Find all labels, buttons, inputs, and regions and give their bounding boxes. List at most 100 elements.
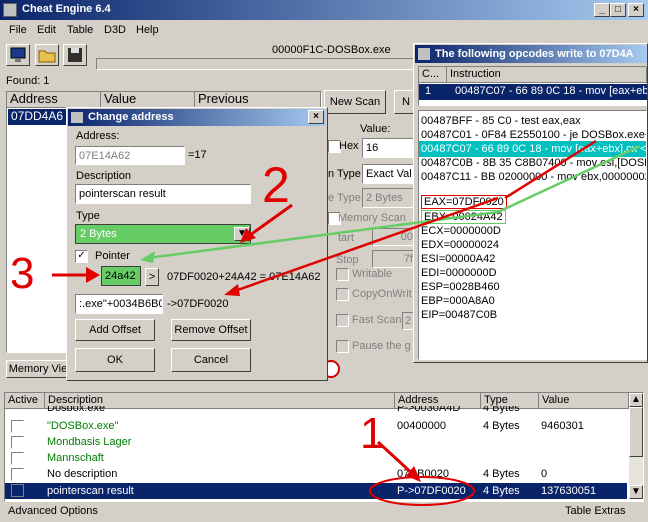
results-header-previous[interactable]: Previous — [195, 92, 321, 108]
opcodes-title: The following opcodes write to 07D4A — [435, 48, 634, 60]
fast-scan-checkbox[interactable] — [336, 314, 349, 327]
folder-icon — [38, 50, 56, 63]
save-button[interactable] — [63, 44, 87, 66]
scan-type-label: n Type — [328, 168, 361, 180]
results-row[interactable]: 07DD4A6 — [8, 109, 68, 125]
minimize-button[interactable]: _ — [594, 3, 610, 17]
description-input[interactable]: pointerscan result — [75, 184, 251, 204]
progress-bar — [96, 58, 416, 70]
table-row-description: Mannschaft — [47, 452, 104, 464]
open-process-button[interactable] — [6, 44, 30, 66]
stop-input[interactable]: 7f — [372, 250, 416, 268]
type-select-value: 2 Bytes — [80, 228, 117, 240]
table-row-address: P->07DF0020 — [397, 485, 466, 497]
table-row-description: Dosbox.exe — [47, 406, 106, 414]
table-row[interactable]: Mondbasis Lager — [5, 434, 627, 450]
annotation-3: 3 — [10, 249, 35, 298]
add-offset-button[interactable]: Add Offset — [75, 319, 155, 341]
opcodes-window: The following opcodes write to 07D4A C..… — [413, 43, 648, 363]
table-row-type: 4 Bytes — [483, 485, 520, 497]
scroll-thumb[interactable] — [629, 407, 643, 457]
table-row-address: P->0030A4D — [397, 406, 461, 414]
pause-checkbox[interactable] — [336, 340, 349, 353]
active-checkbox[interactable] — [11, 468, 24, 481]
start-input[interactable]: 00 — [372, 228, 416, 246]
value-type-select[interactable]: 2 Bytes — [362, 188, 416, 208]
results-header-address[interactable]: Address — [7, 92, 101, 108]
register-ebx: EBX=00024A42 — [421, 210, 506, 224]
menu-table[interactable]: Table — [67, 24, 93, 36]
opcodes-header-count[interactable]: C... — [419, 67, 447, 83]
active-checkbox[interactable] — [11, 484, 24, 497]
opcodes-header-instruction[interactable]: Instruction — [447, 67, 647, 83]
dialog-window-icon — [71, 112, 83, 123]
table-row-selected[interactable]: pointerscan result P->07DF0020 4 Bytes 1… — [5, 483, 627, 499]
hex-label: Hex — [339, 140, 359, 152]
scroll-down-button[interactable]: ▼ — [629, 485, 643, 499]
annotation-2: 2 — [262, 157, 290, 213]
close-button[interactable]: × — [628, 3, 644, 17]
scan-type-select[interactable]: Exact Val — [362, 164, 416, 184]
table-row-type: 4 Bytes — [483, 406, 520, 414]
cheat-table[interactable]: Active Description Address Type Value Do… — [4, 392, 644, 502]
maximize-button[interactable]: □ — [610, 3, 626, 17]
table-row-description: Mondbasis Lager — [47, 436, 132, 448]
menu-edit[interactable]: Edit — [37, 24, 56, 36]
type-select[interactable]: 2 Bytes ▼ — [75, 224, 251, 244]
results-header-value[interactable]: Value — [101, 92, 195, 108]
open-file-button[interactable] — [35, 44, 59, 66]
scroll-up-button[interactable]: ▲ — [629, 393, 643, 407]
table-row[interactable]: Mannschaft — [5, 450, 627, 466]
table-row[interactable]: Dosbox.exe P->0030A4D 4 Bytes — [5, 406, 627, 418]
remove-offset-button[interactable]: Remove Offset — [171, 319, 251, 341]
address-label: Address: — [76, 130, 120, 142]
table-row-description: "DOSBox.exe" — [47, 420, 119, 432]
writable-checkbox[interactable] — [336, 268, 349, 281]
offset-arrow-button[interactable]: > — [145, 268, 159, 286]
memory-view-button[interactable]: Memory Vie — [6, 360, 70, 378]
main-title-bar: Cheat Engine 6.4 _ □ × — [0, 0, 648, 20]
offset-result: 07DF0020+24A42 = 07E14A62 — [167, 271, 321, 283]
advanced-options[interactable]: Advanced Options — [8, 505, 98, 517]
active-checkbox[interactable] — [11, 452, 24, 465]
opcodes-title-bar: The following opcodes write to 07D4A — [415, 45, 647, 63]
menu-help[interactable]: Help — [136, 24, 159, 36]
copyonwrite-label: CopyOnWrit — [352, 288, 412, 300]
memory-scan-label: Memory Scan — [338, 212, 406, 224]
table-row-address: 07CB0020 — [397, 468, 449, 480]
table-row-type: 4 Bytes — [483, 468, 520, 480]
menu-d3d[interactable]: D3D — [104, 24, 126, 36]
offset-input[interactable]: 24a42 — [101, 266, 141, 286]
cancel-button[interactable]: Cancel — [171, 348, 251, 372]
opcodes-row-instruction: 00487C07 - 66 89 0C 18 - mov [eax+eb — [455, 85, 647, 97]
start-label: tart — [338, 232, 354, 244]
menu-file[interactable]: File — [9, 24, 27, 36]
address-input[interactable]: 07E14A62 — [75, 146, 185, 165]
table-row[interactable]: "DOSBox.exe" 00400000 4 Bytes 9460301 — [5, 418, 627, 434]
active-checkbox[interactable] — [11, 420, 24, 433]
value-label: Value: — [360, 123, 391, 135]
ok-button[interactable]: OK — [75, 348, 155, 372]
table-scrollbar[interactable]: ▲ ▼ — [629, 393, 643, 499]
opcodes-list[interactable]: C... Instruction 1 00487C07 - 66 89 0C 1… — [418, 66, 647, 106]
table-row-value: 137630051 — [541, 485, 597, 497]
pointer-checkbox[interactable]: ✓ — [75, 250, 88, 263]
disasm-line: 00487C11 - BB 02000000 - mov ebx,0000000… — [421, 171, 647, 183]
pointer-label: Pointer — [95, 250, 130, 262]
opcodes-row[interactable]: 1 00487C07 - 66 89 0C 18 - mov [eax+eb — [419, 84, 647, 100]
dialog-close-button[interactable]: × — [308, 110, 324, 124]
table-row[interactable]: No description 07CB0020 4 Bytes 0 — [5, 466, 627, 482]
active-checkbox[interactable] — [11, 436, 24, 449]
table-row-description: No description — [47, 468, 118, 480]
type-dropdown-arrow[interactable]: ▼ — [234, 227, 250, 241]
base-address-input[interactable]: :.exe"+0034B6B0 — [75, 294, 163, 314]
new-scan-button[interactable]: New Scan — [324, 90, 386, 114]
copyonwrite-checkbox[interactable] — [336, 288, 349, 301]
base-address-result: ->07DF0020 — [167, 298, 229, 310]
process-name: 00000F1C-DOSBox.exe — [272, 44, 391, 56]
pause-label: Pause the g — [352, 340, 411, 352]
table-extras[interactable]: Table Extras — [565, 505, 626, 517]
opcodes-row-count: 1 — [425, 85, 432, 97]
scan-value-input[interactable]: 16 — [362, 138, 416, 158]
floppy-icon — [68, 48, 82, 62]
